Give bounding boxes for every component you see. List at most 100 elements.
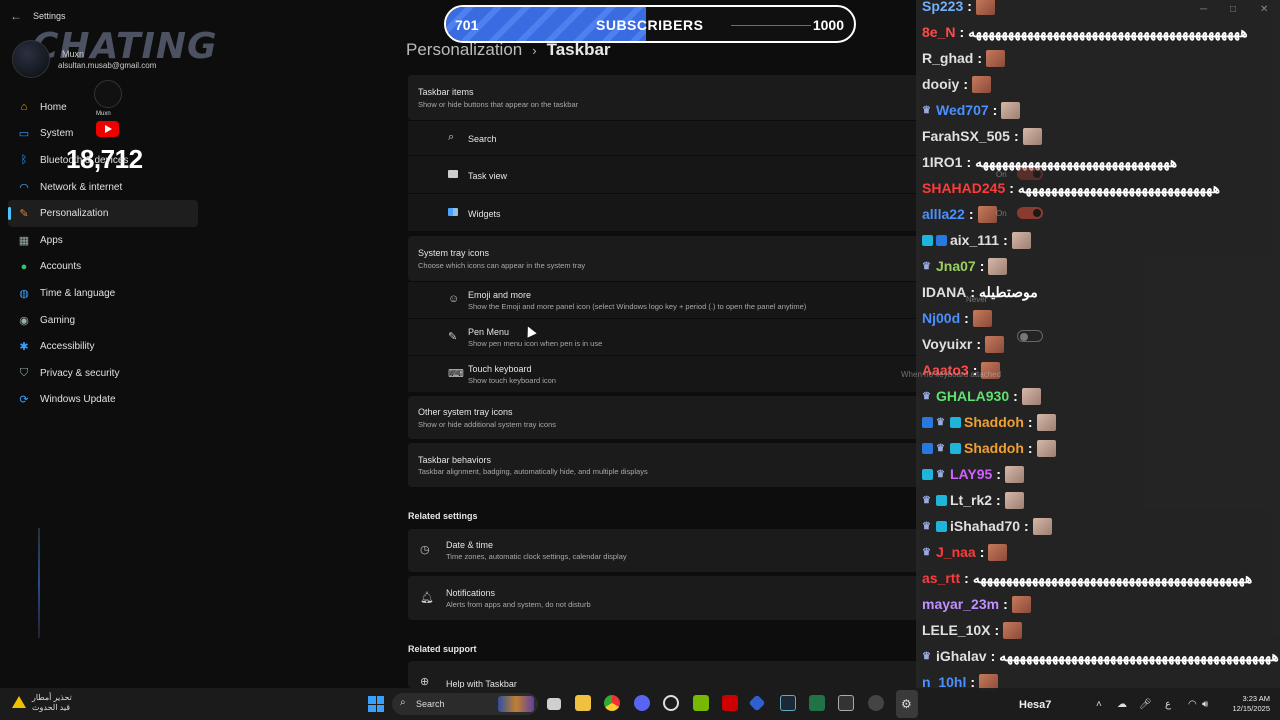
cloud-icon[interactable]: ☁ (1117, 699, 1127, 710)
chat-username[interactable]: R_ghad (922, 50, 973, 66)
sidebar-item-home[interactable]: ⌂ Home (8, 94, 198, 121)
chat-username[interactable]: Shaddoh (964, 440, 1024, 456)
chat-username[interactable]: Jna07 (936, 258, 976, 274)
globe-icon: ⊕ (420, 676, 430, 688)
system-tray-header[interactable]: System tray icons Choose which icons can… (408, 236, 920, 281)
chat-username[interactable]: GHALA930 (936, 388, 1009, 404)
taskbar-user[interactable]: Hesa7 (1019, 699, 1051, 711)
chat-username[interactable]: 1IRO1 (922, 154, 962, 170)
chat-username[interactable]: Nj00d (922, 310, 960, 326)
chat-username[interactable]: mayar_23m (922, 596, 999, 612)
file-explorer-icon[interactable] (575, 695, 591, 711)
related-date-time[interactable]: ◷ Date & time Time zones, automatic cloc… (408, 529, 920, 572)
toggle-switch[interactable] (1017, 168, 1043, 180)
steam-icon[interactable] (780, 695, 796, 711)
toggle-switch[interactable] (1017, 207, 1043, 219)
discord-icon[interactable] (634, 695, 650, 711)
chat-username[interactable]: SHAHAD245 (922, 180, 1005, 196)
subscriber-badge-icon (922, 442, 933, 454)
chat-username[interactable]: 8e_N (922, 24, 955, 40)
netflix-icon[interactable] (722, 695, 738, 711)
row-search[interactable]: ⌕ Search (408, 120, 920, 155)
taskbar-clock[interactable]: 3:23 AM 12/15/2025 (1228, 694, 1270, 714)
moderator-badge-icon: ♛ (922, 390, 931, 402)
row-widgets[interactable]: Widgets (408, 193, 920, 231)
sidebar-item-network-internet[interactable]: ◠ Network & internet (8, 174, 198, 201)
maximize-icon[interactable]: □ (1230, 4, 1236, 15)
microphone-icon[interactable]: 🎤︎ (1139, 699, 1152, 710)
sidebar-item-system[interactable]: ▭ System (8, 121, 198, 148)
chat-emote-icon (984, 335, 1004, 353)
chrome-icon[interactable] (604, 695, 620, 711)
avatar[interactable] (12, 40, 50, 78)
row-label: Search (468, 134, 497, 144)
chat-emote-icon (1011, 595, 1031, 613)
sidebar-item-bluetooth-devices[interactable]: ᛒ Bluetooth & devices (8, 147, 198, 174)
update-icon: ⟳ (19, 394, 29, 407)
sidebar-item-personalization[interactable]: ✎ Personalization (8, 200, 198, 227)
sidebar-item-windows-update[interactable]: ⟳ Windows Update (8, 387, 198, 414)
chat-username[interactable]: iGhalav (936, 648, 987, 664)
row-task-view[interactable]: Task view (408, 155, 920, 193)
sidebar-item-apps[interactable]: ▦ Apps (8, 227, 198, 254)
taskbar-behaviors[interactable]: Taskbar behaviors Taskbar alignment, bad… (408, 443, 920, 487)
obs-icon[interactable] (663, 695, 679, 711)
app-icon[interactable] (868, 695, 884, 711)
chat-username[interactable]: Sp223 (922, 0, 963, 14)
row-pen-menu[interactable]: ✎ Pen Menu Show pen menu icon when pen i… (408, 318, 920, 355)
chat-username[interactable]: FarahSX_505 (922, 128, 1010, 144)
search-icon: ⌕ (448, 131, 455, 143)
chat-username[interactable]: Wed707 (936, 102, 989, 118)
taskbar-search[interactable]: ⌕ Search (392, 693, 538, 715)
chat-username[interactable]: LELE_10X (922, 622, 990, 638)
wifi-icon[interactable]: ◠ (1188, 699, 1197, 710)
chat-username[interactable]: allla22 (922, 206, 965, 222)
chat-username[interactable]: Lt_rk2 (950, 492, 992, 508)
weather-widget[interactable]: تحذير أمطار قيد الحدوث (32, 693, 72, 713)
volume-icon[interactable]: 🔊︎ (1202, 699, 1208, 710)
chat-username[interactable]: as_rtt (922, 570, 960, 586)
taskbar-items-header[interactable]: Taskbar items Show or hide buttons that … (408, 75, 920, 120)
back-arrow-icon[interactable]: ← (10, 9, 22, 23)
other-tray-icons[interactable]: Other system tray icons Show or hide add… (408, 396, 920, 439)
sidebar-item-accessibility[interactable]: ✱ Accessibility (8, 333, 198, 360)
chat-username[interactable]: Shaddoh (964, 414, 1024, 430)
chat-separator: : (979, 544, 985, 560)
task-view-icon[interactable] (547, 698, 561, 710)
start-button[interactable] (368, 696, 384, 712)
nvidia-icon[interactable] (693, 695, 709, 711)
chat-username[interactable]: iShahad70 (950, 518, 1020, 534)
home-icon: ⌂ (20, 101, 28, 114)
sidebar-item-accounts[interactable]: ● Accounts (8, 254, 198, 281)
chat-username[interactable]: dooiy (922, 76, 959, 92)
chat-username[interactable]: IDANA (922, 284, 966, 300)
toggle-switch[interactable] (1017, 330, 1043, 342)
chat-username[interactable]: Voyuixr (922, 336, 972, 352)
chat-username[interactable]: LAY95 (950, 466, 992, 482)
row-touch-keyboard[interactable]: ⌨ Touch keyboard Show touch keyboard ico… (408, 355, 920, 392)
wifi-icon: ◠ (19, 181, 29, 194)
chat-message: ♛ J_naa: (922, 540, 1008, 564)
sidebar-item-gaming[interactable]: ◉ Gaming (8, 307, 198, 334)
row-emoji[interactable]: ☺ Emoji and more Show the Emoji and more… (408, 281, 920, 318)
related-notifications[interactable]: 🔔︎ Notifications Alerts from apps and sy… (408, 576, 920, 620)
capcut-icon[interactable] (838, 695, 854, 711)
sidebar-item-privacy-security[interactable]: ⛉ Privacy & security (8, 360, 198, 387)
dropdown-value[interactable]: When no keyboard attached (901, 370, 1001, 379)
chat-username[interactable]: aix_111 (950, 232, 999, 248)
chat-emote-icon (1004, 465, 1024, 483)
moderator-badge-icon: ♛ (936, 442, 945, 454)
close-icon[interactable]: ✕ (1260, 4, 1268, 15)
chat-emote-icon (1022, 127, 1042, 145)
sidebar-item-time-language[interactable]: ◍ Time & language (8, 280, 198, 307)
chat-separator: : (1024, 518, 1029, 534)
breadcrumb-parent[interactable]: Personalization (406, 40, 522, 59)
minimize-icon[interactable]: ─ (1200, 4, 1207, 15)
language-indicator[interactable]: ع (1165, 699, 1171, 710)
help-with-taskbar[interactable]: ⊕ Help with Taskbar (408, 661, 920, 689)
dropdown-value[interactable]: Never (966, 295, 987, 304)
chevron-up-icon[interactable]: ˄ (1096, 699, 1102, 710)
excel-icon[interactable] (809, 695, 825, 711)
chat-username[interactable]: J_naa (936, 544, 976, 560)
row-subtitle: Show touch keyboard icon (468, 376, 556, 385)
